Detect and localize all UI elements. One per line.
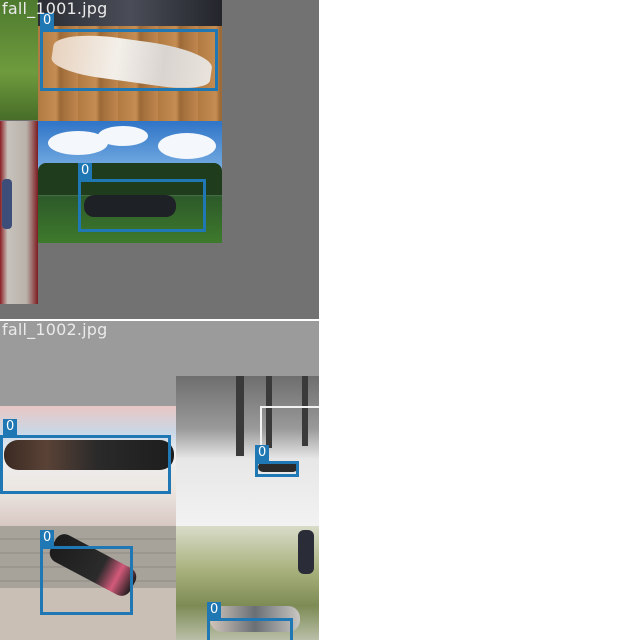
detection-box[interactable]: 0 <box>255 445 299 477</box>
detection-box[interactable]: 0 <box>78 163 206 232</box>
detection-box[interactable]: 0 <box>0 419 171 494</box>
detection-class-label: 0 <box>40 530 55 546</box>
cloud <box>98 126 148 146</box>
hallway-image <box>0 121 38 304</box>
mosaic-tile-2: fall_1002.jpg 0 0 0 0 <box>0 321 319 640</box>
detection-class-label: 0 <box>3 419 18 435</box>
standing-person <box>2 179 12 229</box>
tile-filename: fall_1002.jpg <box>2 321 108 339</box>
cloud <box>158 133 216 159</box>
detection-box[interactable]: 0 <box>207 602 293 640</box>
grass-image <box>0 0 38 120</box>
snow-park-image <box>176 376 319 527</box>
detection-class-label: 0 <box>207 602 222 618</box>
tile-filename: fall_1001.jpg <box>2 0 108 18</box>
detection-class-label: 0 <box>78 163 93 179</box>
mosaic-tile-1: fall_1001.jpg 0 0 <box>0 0 319 319</box>
standing-person <box>298 530 314 574</box>
detection-class-label: 0 <box>255 445 270 461</box>
detection-box[interactable]: 0 <box>40 530 133 615</box>
tree-trunk <box>236 376 244 456</box>
detection-box[interactable]: 0 <box>40 13 218 91</box>
